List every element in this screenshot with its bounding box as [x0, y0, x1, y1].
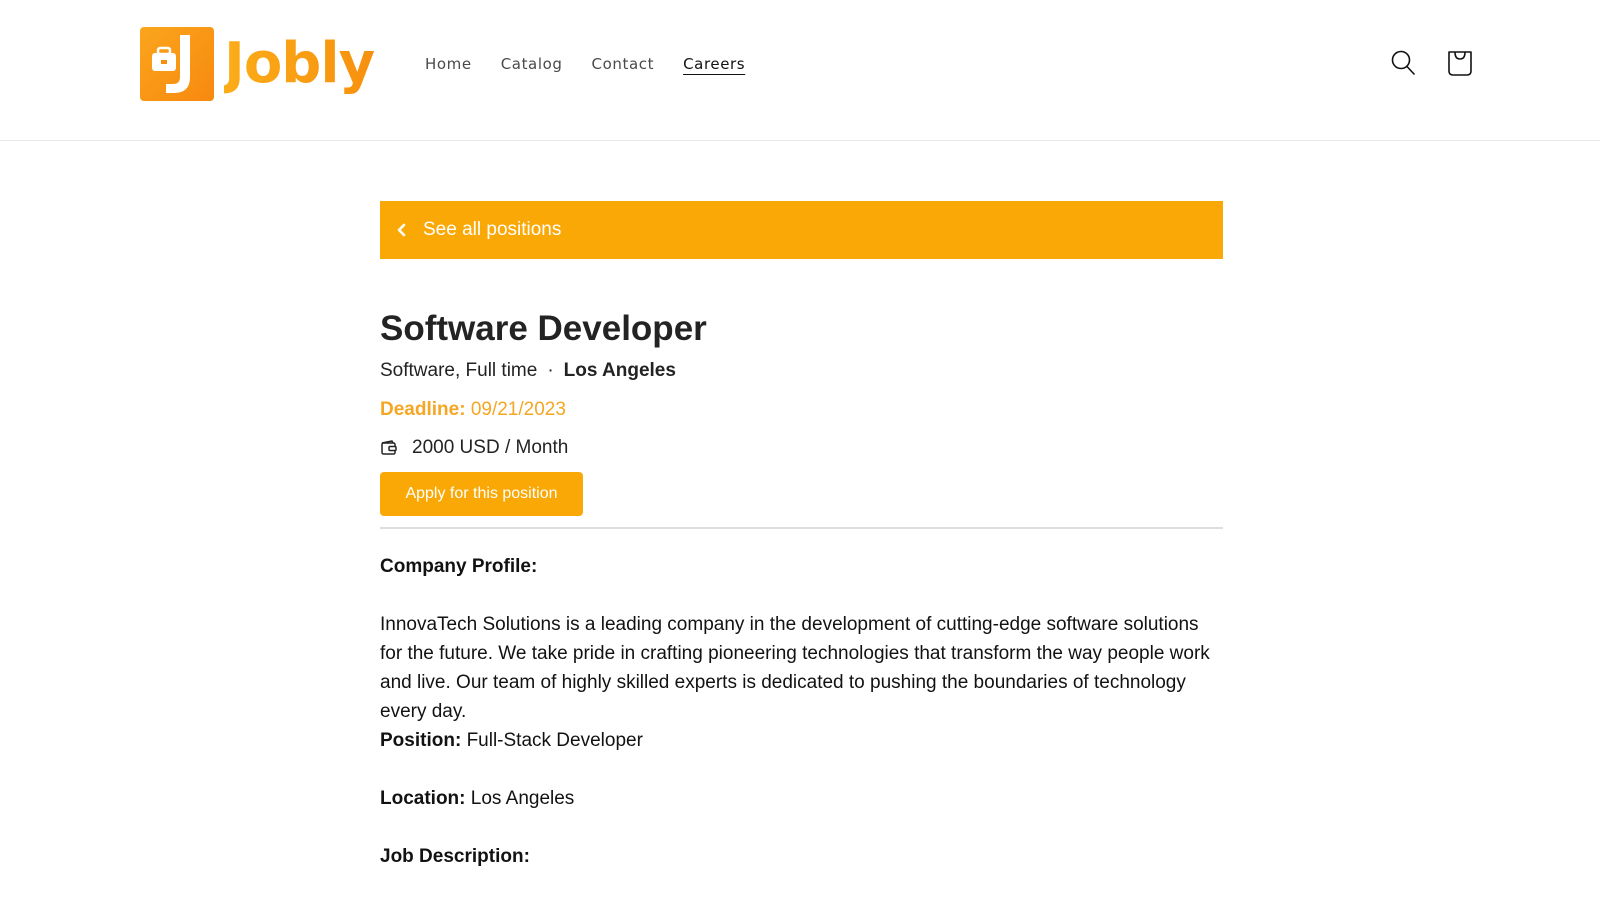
search-icon[interactable]	[1390, 48, 1418, 78]
job-salary: 2000 USD / Month	[380, 435, 1223, 461]
deadline-value: 09/21/2023	[470, 399, 566, 420]
wallet-icon	[381, 440, 397, 455]
job-description-content: Company Profile: InnovaTech Solutions is…	[380, 552, 1223, 871]
nav-home[interactable]: Home	[425, 50, 472, 78]
job-detail: See all positions Software Developer Sof…	[380, 201, 1223, 871]
chevron-left-icon	[397, 223, 406, 237]
cart-icon[interactable]	[1446, 48, 1474, 78]
job-city: Los Angeles	[563, 360, 676, 381]
meta-separator: ·	[547, 360, 554, 381]
job-meta: Software, Full time · Los Angeles	[380, 358, 1223, 384]
divider	[380, 527, 1223, 529]
main-nav: Home Catalog Contact Careers	[425, 50, 745, 78]
nav-careers[interactable]: Careers	[683, 50, 745, 78]
job-categories: Software, Full time	[380, 360, 538, 381]
position-line: Position: Full-Stack Developer	[380, 726, 1223, 755]
nav-contact[interactable]: Contact	[592, 50, 655, 78]
header-icons	[1390, 48, 1474, 78]
logo-text: Jobly	[224, 27, 375, 101]
location-value: Los Angeles	[470, 788, 575, 809]
deadline-label: Deadline:	[380, 399, 466, 420]
job-description-heading: Job Description:	[380, 846, 530, 867]
job-title: Software Developer	[380, 309, 707, 348]
logo-mark-icon	[140, 27, 214, 101]
site-header: Jobly Home Catalog Contact Careers	[0, 0, 1600, 141]
see-all-positions-button[interactable]: See all positions	[380, 201, 1223, 259]
company-profile-heading: Company Profile:	[380, 556, 538, 577]
location-line: Location: Los Angeles	[380, 784, 1223, 813]
location-label: Location:	[380, 788, 466, 809]
salary-value: 2000 USD / Month	[412, 437, 569, 458]
nav-catalog[interactable]: Catalog	[501, 50, 563, 78]
see-all-positions-label: See all positions	[423, 219, 562, 240]
job-deadline: Deadline: 09/21/2023	[380, 397, 1223, 423]
logo[interactable]: Jobly	[140, 27, 375, 101]
position-label: Position:	[380, 730, 462, 751]
position-value: Full-Stack Developer	[466, 730, 643, 751]
company-profile-text: InnovaTech Solutions is a leading compan…	[380, 614, 1210, 722]
apply-button[interactable]: Apply for this position	[380, 472, 583, 516]
